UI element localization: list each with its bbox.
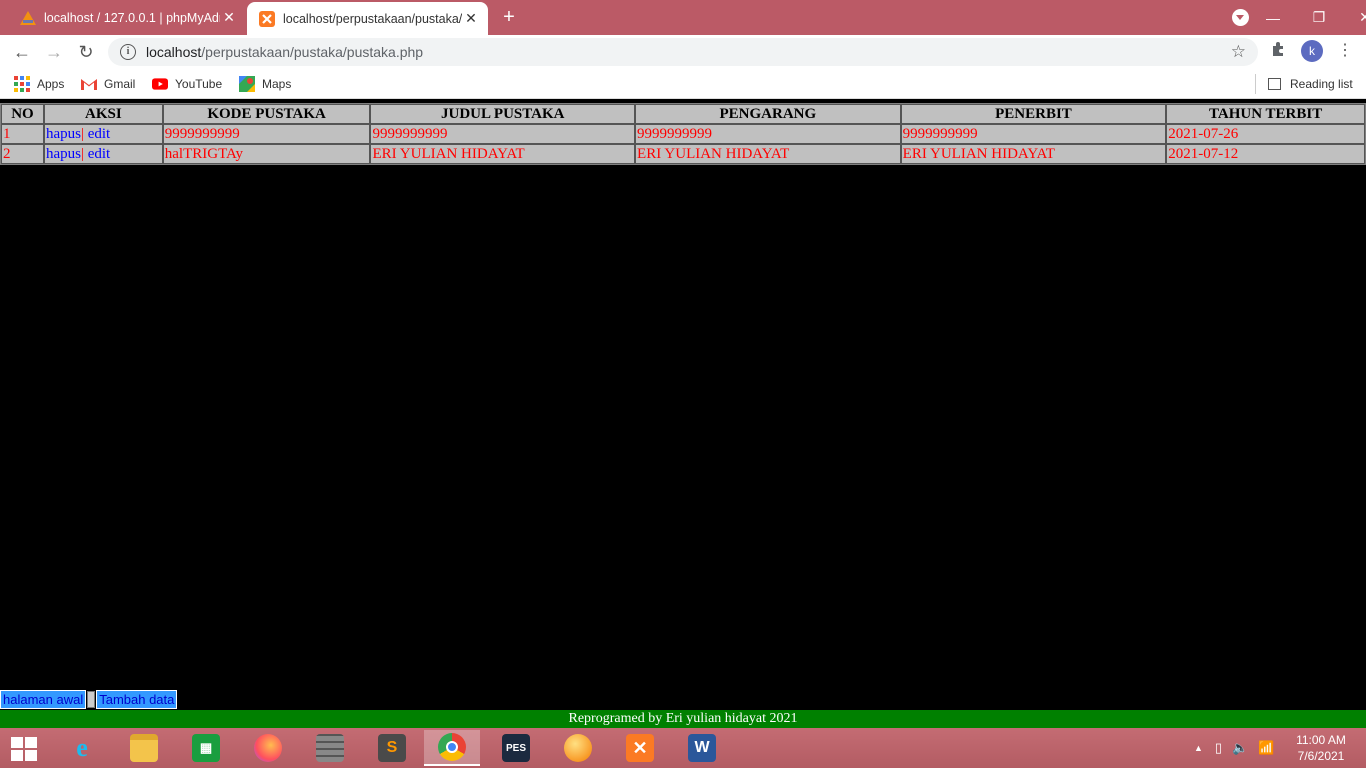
- system-tray: ▲ ▯ 🔈 📶: [1194, 728, 1274, 768]
- cell-aksi: hapus| edit: [43, 124, 163, 144]
- extensions-puzzle-icon[interactable]: [1270, 41, 1286, 62]
- chrome-icon[interactable]: [424, 730, 480, 766]
- page-footer: Reprogramed by Eri yulian hidayat 2021: [0, 710, 1366, 728]
- bookmark-maps[interactable]: Maps: [239, 76, 291, 92]
- reading-list-button[interactable]: Reading list: [1255, 74, 1353, 94]
- battery-icon[interactable]: ▯: [1215, 740, 1222, 756]
- close-tab-icon[interactable]: ✕: [220, 9, 238, 26]
- tab-phpmyadmin[interactable]: localhost / 127.0.0.1 | phpMyAdm ✕: [8, 0, 246, 35]
- minimize-icon[interactable]: —: [1250, 10, 1296, 26]
- hapus-link[interactable]: hapus: [46, 146, 81, 162]
- bottom-nav: halaman awal Tambah data: [0, 690, 178, 709]
- windows-taskbar: e ▦ S PES ✕ W ▲ ▯ 🔈 📶 11:00 AM 7/6/2021: [0, 728, 1366, 768]
- clock-time: 11:00 AM: [1296, 733, 1346, 747]
- header-penerbit: PENERBIT: [900, 104, 1167, 124]
- media-player-icon[interactable]: [550, 730, 606, 766]
- site-info-icon[interactable]: i: [120, 44, 136, 60]
- cell-penerbit: ERI YULIAN HIDAYAT: [900, 144, 1167, 164]
- xampp-taskbar-icon[interactable]: ✕: [612, 730, 668, 766]
- bookmark-star-icon[interactable]: ☆: [1231, 42, 1246, 62]
- microsoft-store-icon[interactable]: ▦: [178, 730, 234, 766]
- close-window-icon[interactable]: ✕: [1342, 9, 1366, 26]
- reload-icon[interactable]: ↻: [74, 41, 98, 63]
- maps-icon: [239, 76, 255, 92]
- xampp-icon: [259, 10, 275, 27]
- bookmark-youtube[interactable]: YouTube: [152, 76, 222, 92]
- table-row: 1 hapus| edit 9999999999 9999999999 9999…: [1, 124, 1365, 144]
- bookmark-gmail[interactable]: Gmail: [81, 76, 135, 92]
- edit-link[interactable]: edit: [88, 146, 111, 162]
- url-text: localhost/perpustakaan/pustaka/pustaka.p…: [146, 44, 424, 60]
- firewall-icon[interactable]: [302, 730, 358, 766]
- cell-judul: ERI YULIAN HIDAYAT: [370, 144, 636, 164]
- phpmyadmin-icon: [20, 10, 36, 26]
- hapus-link[interactable]: hapus: [46, 126, 81, 142]
- cell-pengarang: 9999999999: [635, 124, 901, 144]
- windows-start-icon[interactable]: [11, 737, 37, 761]
- back-arrow-icon[interactable]: ←: [10, 41, 34, 63]
- tambah-data-link[interactable]: Tambah data: [96, 690, 178, 709]
- kebab-menu-icon[interactable]: ⋮: [1337, 40, 1353, 60]
- header-kode-pustaka: KODE PUSTAKA: [162, 104, 371, 124]
- browser-toolbar: ← → ↻ i localhost/perpustakaan/pustaka/p…: [0, 35, 1366, 69]
- header-no: NO: [1, 104, 44, 124]
- taskbar-clock[interactable]: 11:00 AM 7/6/2021: [1288, 732, 1354, 764]
- network-disconnected-icon[interactable]: 📶: [1258, 740, 1274, 756]
- profile-avatar[interactable]: k: [1301, 40, 1323, 62]
- cell-no: 2: [1, 144, 44, 164]
- address-bar[interactable]: i localhost/perpustakaan/pustaka/pustaka…: [108, 38, 1258, 66]
- tab-pustaka[interactable]: localhost/perpustakaan/pustaka/ ✕: [247, 2, 488, 35]
- gmail-icon: [81, 76, 97, 92]
- cell-tahun: 2021-07-26: [1166, 124, 1365, 144]
- browser-tab-strip: localhost / 127.0.0.1 | phpMyAdm ✕ local…: [0, 0, 1366, 35]
- header-tahun-terbit: TAHUN TERBIT: [1166, 104, 1365, 124]
- bookmarks-bar: Apps Gmail YouTube Maps Reading list: [0, 69, 1366, 99]
- close-tab-icon[interactable]: ✕: [462, 10, 480, 27]
- forward-arrow-icon[interactable]: →: [42, 41, 66, 63]
- restore-icon[interactable]: ❐: [1296, 9, 1342, 26]
- cell-kode: 9999999999: [162, 124, 371, 144]
- edit-link[interactable]: edit: [88, 126, 111, 142]
- cell-no: 1: [1, 124, 44, 144]
- cell-aksi: hapus| edit: [43, 144, 163, 164]
- new-tab-button[interactable]: +: [498, 6, 520, 28]
- header-judul-pustaka: JUDUL PUSTAKA: [370, 104, 636, 124]
- table-row: 2 hapus| edit halTRIGTAy ERI YULIAN HIDA…: [1, 144, 1365, 164]
- cell-kode: halTRIGTAy: [162, 144, 371, 164]
- file-explorer-icon[interactable]: [116, 730, 172, 766]
- clock-date: 7/6/2021: [1297, 749, 1345, 763]
- cell-judul: 9999999999: [370, 124, 636, 144]
- link-divider: [87, 691, 96, 708]
- internet-explorer-icon[interactable]: e: [54, 730, 110, 766]
- pes-game-icon[interactable]: PES: [488, 730, 544, 766]
- apps-grid-icon: [14, 76, 30, 92]
- tab-search-icon[interactable]: [1232, 9, 1249, 26]
- table-header-row: NO AKSI KODE PUSTAKA JUDUL PUSTAKA PENGA…: [1, 104, 1365, 124]
- cell-tahun: 2021-07-12: [1166, 144, 1365, 164]
- page-content: NO AKSI KODE PUSTAKA JUDUL PUSTAKA PENGA…: [0, 100, 1366, 710]
- tab-title: localhost/perpustakaan/pustaka/: [283, 11, 462, 26]
- sublime-text-icon[interactable]: S: [364, 730, 420, 766]
- youtube-icon: [152, 76, 168, 92]
- cell-pengarang: ERI YULIAN HIDAYAT: [635, 144, 901, 164]
- reading-list-icon: [1268, 78, 1281, 90]
- window-controls: — ❐ ✕: [1250, 0, 1366, 35]
- tab-title: localhost / 127.0.0.1 | phpMyAdm: [44, 10, 220, 25]
- pustaka-table: NO AKSI KODE PUSTAKA JUDUL PUSTAKA PENGA…: [0, 103, 1366, 165]
- halaman-awal-link[interactable]: halaman awal: [0, 690, 87, 709]
- bookmark-apps[interactable]: Apps: [14, 76, 64, 92]
- cell-penerbit: 9999999999: [900, 124, 1167, 144]
- show-hidden-icons-icon[interactable]: ▲: [1194, 743, 1203, 753]
- firefox-icon[interactable]: [240, 730, 296, 766]
- word-icon[interactable]: W: [674, 730, 730, 766]
- header-pengarang: PENGARANG: [635, 104, 901, 124]
- volume-icon[interactable]: 🔈: [1232, 740, 1248, 756]
- header-aksi: AKSI: [43, 104, 163, 124]
